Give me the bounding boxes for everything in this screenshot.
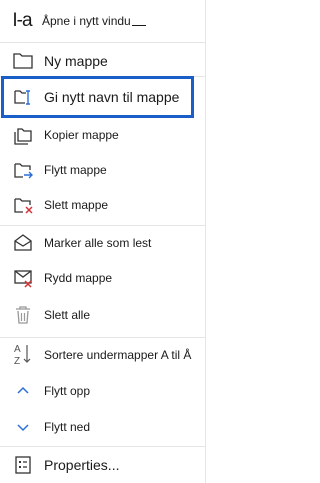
menu-item-label: Slett mappe	[44, 198, 109, 212]
menu-item-move-down[interactable]: Flytt ned	[0, 412, 205, 442]
menu-item-delete-all[interactable]: Slett alle	[0, 300, 205, 330]
chevron-up-icon	[10, 378, 36, 404]
open-new-window-icon: I-a	[12, 10, 32, 31]
menu-item-label: Flytt opp	[44, 384, 91, 398]
highlight-box	[1, 76, 194, 118]
menu-item-new-folder[interactable]: Ny mappe	[0, 46, 205, 76]
menu-item-clean-up-folder[interactable]: Rydd mappe	[0, 263, 205, 293]
properties-icon	[10, 452, 36, 478]
svg-text:Z: Z	[14, 356, 20, 367]
menu-item-delete-folder[interactable]: Slett mappe	[0, 190, 205, 220]
menu-item-move-up[interactable]: Flytt opp	[0, 376, 205, 406]
sort-a-z-icon: A Z	[10, 341, 36, 367]
chevron-down-icon	[10, 414, 36, 440]
menu-separator	[0, 42, 205, 43]
menu-item-label: Kopier mappe	[44, 128, 119, 142]
mark-all-read-icon	[10, 230, 36, 256]
menu-item-properties[interactable]: Properties...	[0, 449, 205, 481]
delete-folder-icon	[10, 192, 36, 218]
menu-separator	[0, 337, 205, 338]
menu-item-label: Åpne i nytt vindu	[42, 14, 131, 28]
menu-item-label: Flytt mappe	[44, 163, 107, 177]
menu-item-label: Properties...	[44, 457, 120, 473]
clean-up-folder-icon	[10, 265, 36, 291]
menu-item-copy-folder[interactable]: Kopier mappe	[0, 120, 205, 150]
menu-item-label: Slett alle	[44, 308, 91, 322]
menu-separator	[0, 225, 205, 226]
svg-text:A: A	[14, 344, 21, 355]
menu-item-sort-subfolders[interactable]: A Z Sortere undermapper A til Å	[0, 340, 205, 370]
text-cursor-underline	[132, 25, 146, 26]
copy-folder-icon	[10, 122, 36, 148]
new-folder-icon	[10, 48, 36, 74]
menu-item-move-folder[interactable]: Flytt mappe	[0, 155, 205, 185]
menu-item-label: Rydd mappe	[44, 271, 113, 285]
menu-item-label: Sortere undermapper A til Å	[44, 348, 192, 362]
menu-item-label: Ny mappe	[44, 53, 108, 69]
move-folder-icon	[10, 157, 36, 183]
context-menu: I-a Åpne i nytt vindu Ny mappe Gi nytt n…	[0, 0, 206, 483]
menu-item-label: Marker alle som lest	[44, 236, 152, 250]
menu-item-mark-all-read[interactable]: Marker alle som lest	[0, 228, 205, 258]
delete-all-icon	[10, 302, 36, 328]
menu-item-label: Flytt ned	[44, 420, 91, 434]
menu-item-open-new-window[interactable]: I-a Åpne i nytt vindu	[0, 4, 205, 38]
menu-separator	[0, 446, 205, 447]
